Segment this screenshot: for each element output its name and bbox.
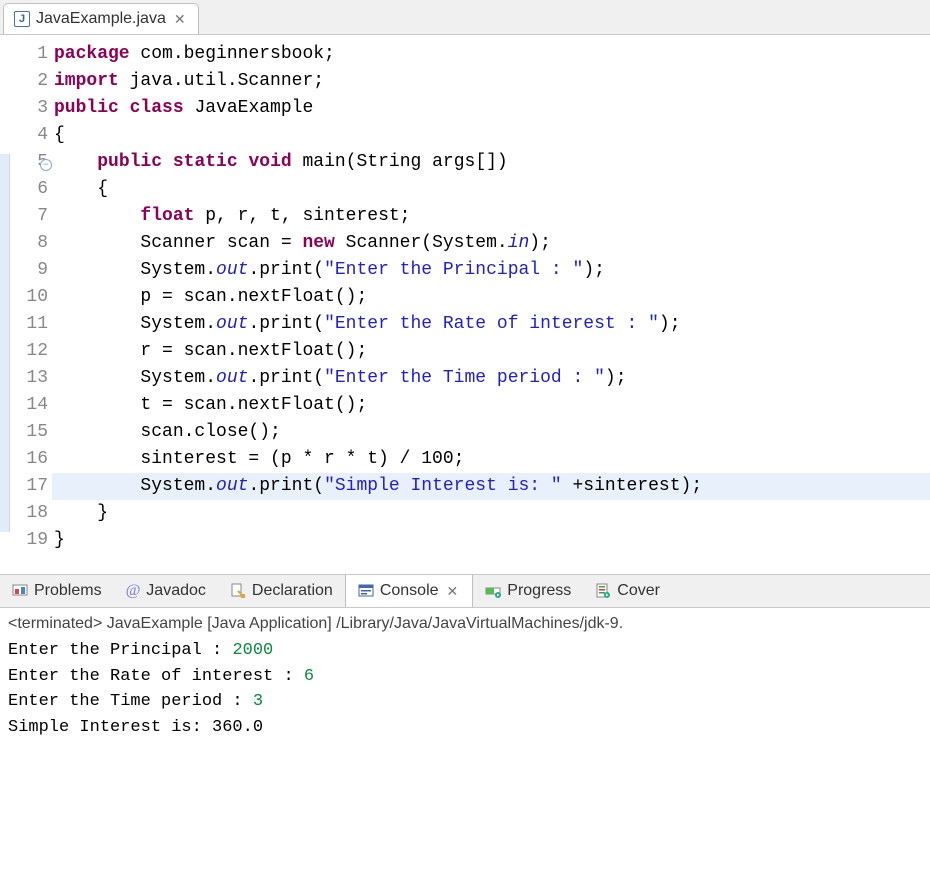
code-editor[interactable]: 12345−678910111213141516171819 package c… — [0, 35, 930, 574]
code-line[interactable]: t = scan.nextFloat(); — [54, 392, 930, 419]
console-pane[interactable]: <terminated> JavaExample [Java Applicati… — [0, 608, 930, 754]
fold-toggle-icon[interactable]: − — [40, 159, 52, 171]
editor-tab-active[interactable]: J JavaExample.java ✕ — [3, 3, 199, 34]
tab-problems[interactable]: Problems — [0, 575, 114, 607]
editor-tab-bar: J JavaExample.java ✕ — [0, 0, 930, 35]
console-line: Enter the Rate of interest : 6 — [8, 664, 922, 690]
code-line[interactable]: } — [54, 527, 930, 554]
line-number: 2 — [0, 68, 48, 95]
line-number: 4 — [0, 122, 48, 149]
code-line[interactable]: System.out.print("Enter the Principal : … — [54, 257, 930, 284]
close-view-icon[interactable]: ✕ — [445, 583, 461, 600]
code-line[interactable]: public class JavaExample — [54, 95, 930, 122]
code-line[interactable]: System.out.print("Simple Interest is: " … — [52, 473, 930, 500]
tab-console[interactable]: Console ✕ — [345, 575, 473, 607]
tab-progress[interactable]: Progress — [473, 575, 583, 607]
code-line[interactable]: p = scan.nextFloat(); — [54, 284, 930, 311]
code-line[interactable]: } — [54, 500, 930, 527]
tab-label: Cover — [617, 582, 660, 600]
code-line[interactable]: { — [54, 122, 930, 149]
code-line[interactable]: public static void main(String args[]) — [54, 149, 930, 176]
tab-label: Console — [380, 582, 439, 600]
tab-coverage[interactable]: Cover — [583, 575, 672, 607]
console-process-label: <terminated> JavaExample [Java Applicati… — [8, 612, 922, 636]
code-line[interactable]: import java.util.Scanner; — [54, 68, 930, 95]
progress-icon — [485, 583, 501, 599]
console-line: Enter the Time period : 3 — [8, 689, 922, 715]
tab-label: Problems — [34, 582, 102, 600]
tab-declaration[interactable]: Declaration — [218, 575, 345, 607]
line-number: 3 — [0, 95, 48, 122]
code-line[interactable]: scan.close(); — [54, 419, 930, 446]
close-tab-icon[interactable]: ✕ — [172, 11, 188, 28]
code-line[interactable]: System.out.print("Enter the Time period … — [54, 365, 930, 392]
editor-tab-filename: JavaExample.java — [36, 10, 166, 28]
tab-label: Javadoc — [146, 582, 206, 600]
code-line[interactable]: Scanner scan = new Scanner(System.in); — [54, 230, 930, 257]
code-line[interactable]: System.out.print("Enter the Rate of inte… — [54, 311, 930, 338]
code-line[interactable]: sinterest = (p * r * t) / 100; — [54, 446, 930, 473]
code-line[interactable]: r = scan.nextFloat(); — [54, 338, 930, 365]
code-line[interactable]: { — [54, 176, 930, 203]
code-line[interactable]: package com.beginnersbook; — [54, 41, 930, 68]
console-output: Enter the Principal : 2000Enter the Rate… — [8, 638, 922, 740]
problems-icon — [12, 583, 28, 599]
declaration-icon — [230, 583, 246, 599]
code-content[interactable]: package com.beginnersbook;import java.ut… — [54, 41, 930, 554]
java-file-icon: J — [14, 11, 30, 27]
console-line: Enter the Principal : 2000 — [8, 638, 922, 664]
javadoc-icon: @ — [126, 582, 141, 600]
console-icon — [358, 583, 374, 599]
line-number-gutter: 12345−678910111213141516171819 — [0, 41, 54, 554]
tab-label: Progress — [507, 582, 571, 600]
bottom-tab-bar: Problems @ Javadoc Declaration Console ✕… — [0, 574, 930, 608]
coverage-icon — [595, 583, 611, 599]
tab-javadoc[interactable]: @ Javadoc — [114, 575, 218, 607]
tab-label: Declaration — [252, 582, 333, 600]
line-number: 1 — [0, 41, 48, 68]
code-line[interactable]: float p, r, t, sinterest; — [54, 203, 930, 230]
console-line: Simple Interest is: 360.0 — [8, 715, 922, 741]
